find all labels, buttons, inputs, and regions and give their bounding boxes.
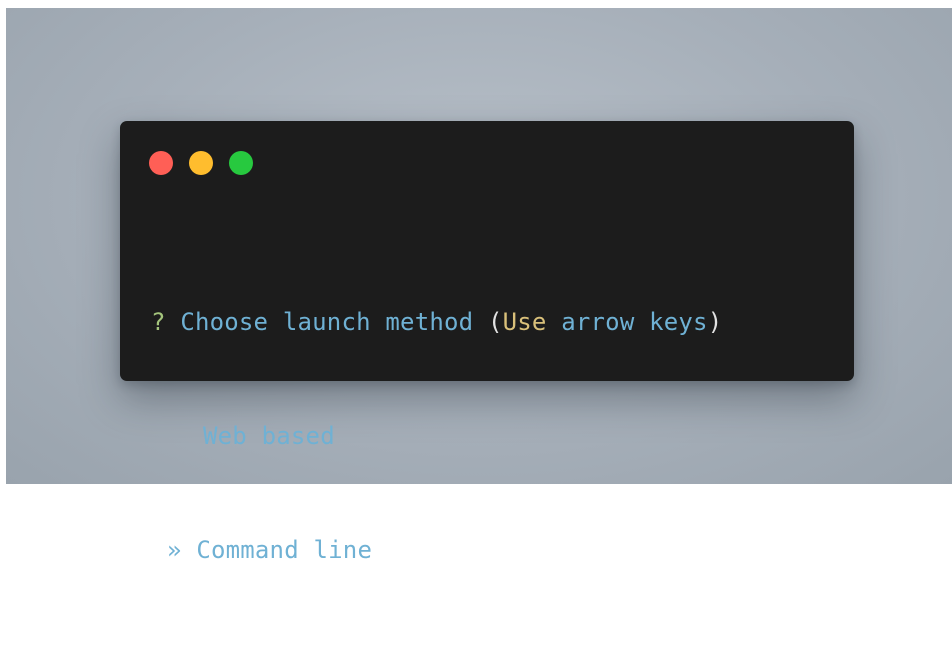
hint-open-paren: ( xyxy=(487,308,503,336)
question-mark: ? xyxy=(151,308,166,336)
close-icon[interactable] xyxy=(149,151,173,175)
option-command-line[interactable]: » Command line xyxy=(151,531,722,569)
option-label: Command line xyxy=(196,536,373,564)
hint-arrow-keys: arrow keys xyxy=(561,308,708,336)
window-controls xyxy=(149,151,253,175)
prompt-line: ? Choose launch method (Use arrow keys) xyxy=(151,303,722,341)
selection-pointer-icon: » xyxy=(167,536,182,564)
minimize-icon[interactable] xyxy=(189,151,213,175)
terminal-window: ? Choose launch method (Use arrow keys) … xyxy=(120,121,854,564)
hint-use: Use xyxy=(502,308,547,336)
option-label: Web based xyxy=(203,422,335,450)
maximize-icon[interactable] xyxy=(229,151,253,175)
prompt-question: Choose launch method xyxy=(180,308,474,336)
option-web-based[interactable]: Web based xyxy=(151,417,722,455)
background: ? Choose launch method (Use arrow keys) … xyxy=(6,8,952,564)
terminal-output: ? Choose launch method (Use arrow keys) … xyxy=(151,227,722,645)
hint-close-paren: ) xyxy=(707,308,723,336)
